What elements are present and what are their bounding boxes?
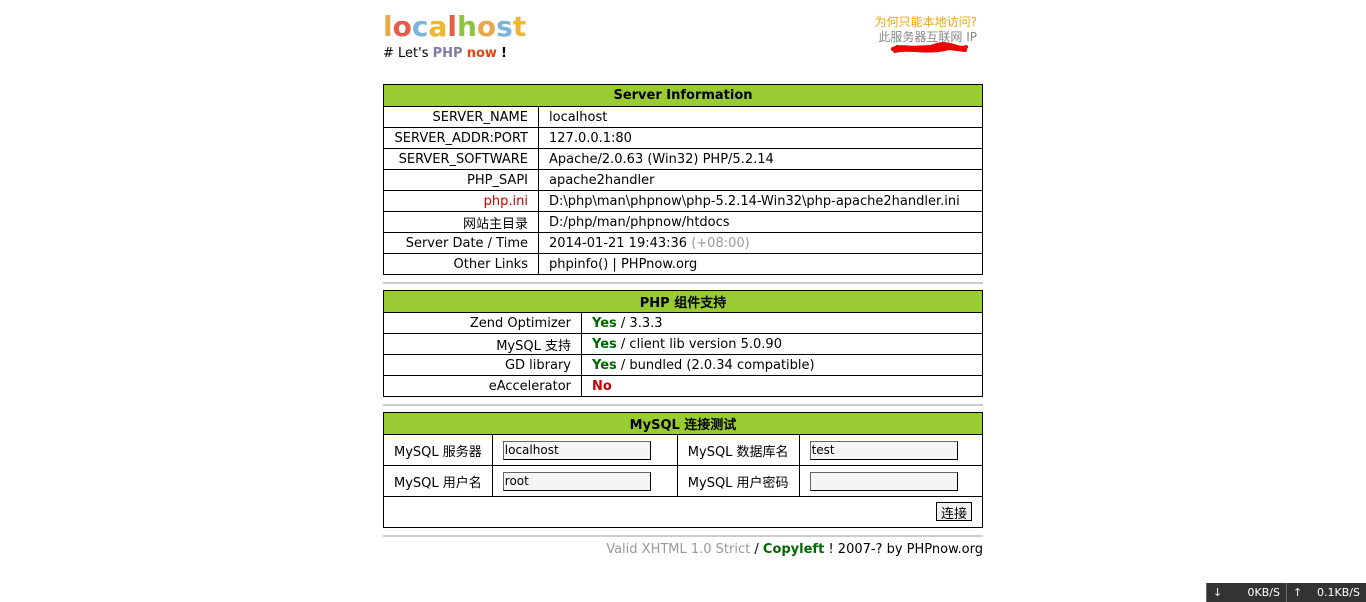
- row-value: Yes / client lib version 5.0.90: [581, 333, 983, 355]
- mysql-user-input[interactable]: [502, 471, 651, 491]
- mysql-password-input[interactable]: [809, 471, 958, 491]
- row-value: No: [581, 375, 983, 397]
- status-yes: Yes: [592, 315, 617, 331]
- divider: [383, 404, 983, 406]
- row-value: apache2handler: [538, 169, 983, 191]
- table-row: Server Date / Time 2014-01-21 19:43:36 (…: [383, 232, 983, 254]
- footer-slash: /: [754, 542, 759, 557]
- timezone: (+08:00): [691, 235, 750, 251]
- mysql-db-input[interactable]: [809, 440, 958, 460]
- row-value: D:/php/man/phpnow/htdocs: [538, 211, 983, 233]
- tagline-now: now: [466, 46, 497, 61]
- component-detail: / 3.3.3: [620, 315, 663, 331]
- table-row: MySQL 支持 Yes / client lib version 5.0.90: [383, 333, 983, 355]
- row-value: Apache/2.0.63 (Win32) PHP/5.2.14: [538, 148, 983, 170]
- logo-letter: t: [512, 10, 527, 43]
- link-separator: |: [612, 256, 617, 272]
- row-key: 网站主目录: [383, 211, 539, 233]
- network-speed-widget: ↓ 0KB/S ↑ 0.1KB/S: [1206, 583, 1366, 602]
- logo-letter: a: [428, 10, 448, 43]
- php-components-table: PHP 组件支持 Zend Optimizer Yes / 3.3.3 MySQ…: [383, 290, 983, 397]
- valid-xhtml-link[interactable]: Valid XHTML 1.0 Strict: [606, 542, 750, 557]
- row-key: PHP_SAPI: [383, 169, 539, 191]
- server-info-title: Server Information: [383, 84, 983, 107]
- row-key: Zend Optimizer: [383, 312, 582, 334]
- table-row: SERVER_SOFTWARE Apache/2.0.63 (Win32) PH…: [383, 148, 983, 170]
- table-row: SERVER_ADDR:PORT 127.0.0.1:80: [383, 127, 983, 149]
- row-key: Server Date / Time: [383, 232, 539, 254]
- mysql-test-form: MySQL 连接测试 MySQL 服务器 MySQL 数据库名 MySQL 用户…: [383, 412, 984, 528]
- footer: Valid XHTML 1.0 Strict / Copyleft ! 2007…: [383, 542, 983, 557]
- tagline-php: PHP: [432, 46, 463, 61]
- copyleft-link[interactable]: Copyleft: [763, 542, 824, 557]
- component-detail: / bundled (2.0.34 compatible): [620, 357, 815, 373]
- redaction-scribble: [891, 42, 968, 53]
- table-row: eAccelerator No: [383, 375, 983, 397]
- row-value: localhost: [538, 106, 983, 128]
- server-info-table: Server Information SERVER_NAME localhost…: [383, 84, 983, 275]
- download-value: 0KB/S: [1247, 586, 1280, 599]
- table-row: SERVER_NAME localhost: [383, 106, 983, 128]
- connect-button[interactable]: 连接: [935, 502, 972, 522]
- upload-value: 0.1KB/S: [1317, 586, 1360, 599]
- status-yes: Yes: [592, 357, 617, 373]
- mysql-db-label: MySQL 数据库名: [676, 434, 800, 466]
- row-key: eAccelerator: [383, 375, 582, 397]
- status-yes: Yes: [592, 336, 617, 352]
- site-logo: localhost: [383, 10, 526, 44]
- row-key: Other Links: [383, 253, 539, 275]
- divider: [383, 535, 983, 537]
- row-value: Yes / 3.3.3: [581, 312, 983, 334]
- logo-letter: l: [447, 10, 457, 43]
- row-value: 127.0.0.1:80: [538, 127, 983, 149]
- mysql-password-label: MySQL 用户密码: [676, 465, 800, 497]
- tagline-bang: !: [501, 46, 507, 61]
- row-key: SERVER_SOFTWARE: [383, 148, 539, 170]
- tagline-hash: # Let's: [383, 46, 429, 61]
- table-row: 网站主目录 D:/php/man/phpnow/htdocs: [383, 211, 983, 233]
- logo-letter: o: [476, 10, 497, 43]
- table-row: GD library Yes / bundled (2.0.34 compati…: [383, 354, 983, 376]
- mysql-user-label: MySQL 用户名: [383, 465, 493, 497]
- row-value: 2014-01-21 19:43:36 (+08:00): [538, 232, 983, 254]
- server-datetime: 2014-01-21 19:43:36: [549, 235, 688, 251]
- component-detail: / client lib version 5.0.90: [620, 336, 782, 352]
- php-ini-link[interactable]: php.ini: [383, 190, 539, 212]
- download-speed: ↓ 0KB/S: [1206, 583, 1286, 602]
- row-value: Yes / bundled (2.0.34 compatible): [581, 354, 983, 376]
- mysql-server-input[interactable]: [502, 440, 651, 460]
- table-row: Zend Optimizer Yes / 3.3.3: [383, 312, 983, 334]
- local-access-link[interactable]: 为何只能本地访问?: [875, 15, 977, 30]
- row-value: D:\php\man\phpnow\php-5.2.14-Win32\php-a…: [538, 190, 983, 212]
- mysql-test-title: MySQL 连接测试: [383, 412, 983, 435]
- logo-letter: c: [411, 10, 429, 43]
- down-arrow-icon: ↓: [1213, 586, 1223, 599]
- phpnow-link[interactable]: PHPnow.org: [621, 257, 697, 272]
- up-arrow-icon: ↑: [1293, 586, 1303, 599]
- divider: [383, 282, 983, 284]
- table-row: PHP_SAPI apache2handler: [383, 169, 983, 191]
- phpinfo-link[interactable]: phpinfo(): [549, 257, 608, 272]
- upload-speed: ↑ 0.1KB/S: [1286, 583, 1366, 602]
- logo-letter: l: [383, 10, 393, 43]
- logo-letter: s: [496, 10, 513, 43]
- table-row: Other Links phpinfo() | PHPnow.org: [383, 253, 983, 275]
- table-row: php.ini D:\php\man\phpnow\php-5.2.14-Win…: [383, 190, 983, 212]
- row-value: phpinfo() | PHPnow.org: [538, 253, 983, 275]
- tagline: # Let's PHP now !: [383, 46, 507, 62]
- row-key: SERVER_ADDR:PORT: [383, 127, 539, 149]
- footer-copyright: ! 2007-? by PHPnow.org: [828, 542, 983, 557]
- mysql-server-label: MySQL 服务器: [383, 434, 493, 466]
- row-key: MySQL 支持: [383, 333, 582, 355]
- status-no: No: [592, 378, 612, 394]
- row-key: SERVER_NAME: [383, 106, 539, 128]
- logo-letter: h: [456, 10, 477, 43]
- logo-letter: o: [392, 10, 412, 43]
- row-key: GD library: [383, 354, 582, 376]
- php-components-title: PHP 组件支持: [383, 290, 983, 313]
